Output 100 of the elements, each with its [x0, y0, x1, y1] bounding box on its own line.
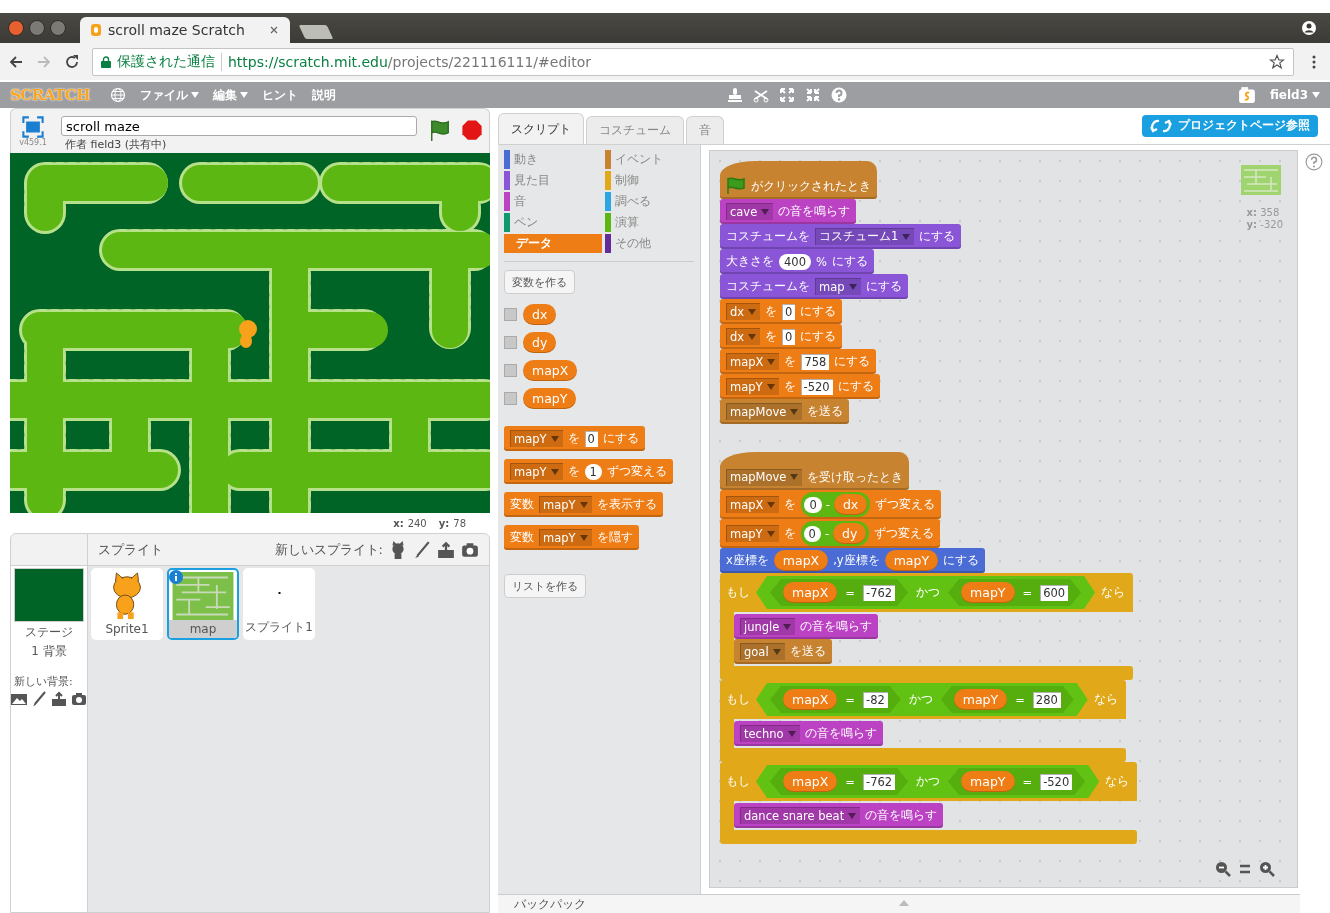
- stamp-icon[interactable]: [726, 87, 743, 103]
- boolean-block[interactable]: mapX = -82 かつ mapY = 280: [756, 683, 1088, 716]
- category-item[interactable]: 動き: [504, 150, 602, 169]
- code-block[interactable]: dance snare beat の音を鳴らす: [734, 803, 944, 828]
- account-icon[interactable]: [1301, 20, 1317, 36]
- maximize-button[interactable]: [50, 20, 66, 36]
- number-input[interactable]: -520: [800, 378, 833, 395]
- code-block[interactable]: mapMove を送る: [720, 399, 850, 424]
- upload-icon[interactable]: [437, 540, 455, 559]
- if-block[interactable]: もし mapX = -82 かつ mapY = 280 なら: [720, 680, 1126, 719]
- boolean-block[interactable]: mapX = -82: [770, 686, 901, 713]
- number-input[interactable]: -762: [863, 773, 896, 790]
- number-input[interactable]: 0: [803, 525, 821, 542]
- checkbox[interactable]: [504, 363, 517, 377]
- dropdown-field[interactable]: mapX: [726, 353, 780, 370]
- upload-icon[interactable]: [51, 691, 67, 707]
- code-block[interactable]: cave の音を鳴らす: [720, 199, 857, 224]
- category-item[interactable]: 制御: [605, 171, 703, 190]
- folder-icon[interactable]: [1237, 86, 1256, 104]
- dropdown-field[interactable]: dx: [726, 303, 761, 320]
- minimize-button[interactable]: [29, 20, 45, 36]
- boolean-block[interactable]: mapY = -520: [948, 768, 1086, 795]
- dropdown-field[interactable]: map: [815, 278, 861, 295]
- fullscreen-icon[interactable]: [20, 116, 46, 138]
- dropdown-field[interactable]: jungle: [740, 618, 796, 635]
- image-icon[interactable]: [11, 691, 27, 707]
- code-block[interactable]: mapX を 758 にする: [720, 349, 877, 374]
- number-input[interactable]: 280: [1032, 691, 1061, 708]
- boolean-block[interactable]: mapX = -762 かつ mapY = 600: [756, 576, 1096, 609]
- code-block[interactable]: dx を 0 にする: [720, 299, 843, 324]
- dropdown-field[interactable]: dx: [726, 328, 761, 345]
- number-input[interactable]: 600: [1040, 584, 1069, 601]
- zoom-out-icon[interactable]: [1215, 861, 1231, 877]
- code-block[interactable]: 大きさを 400 % にする: [720, 249, 874, 274]
- zoom-in-icon[interactable]: [1259, 861, 1275, 877]
- category-item[interactable]: 見た目: [504, 171, 602, 190]
- dropdown-field[interactable]: mapY: [510, 463, 563, 480]
- if-block[interactable]: もし mapX = -762 かつ mapY = 600 なら: [720, 573, 1134, 612]
- dropdown-field[interactable]: goal: [740, 643, 785, 660]
- boolean-block[interactable]: mapY = 600: [948, 579, 1082, 606]
- number-input[interactable]: 0: [804, 496, 822, 513]
- dropdown-field[interactable]: mapY: [510, 430, 563, 447]
- help-icon[interactable]: [830, 87, 847, 103]
- number-input[interactable]: 1: [584, 463, 602, 480]
- scissors-icon[interactable]: [752, 87, 769, 103]
- code-block[interactable]: goal を送る: [734, 639, 832, 664]
- operator-reporter[interactable]: 0 - dx: [801, 492, 871, 517]
- boolean-block[interactable]: mapX = -762 かつ mapY = -520: [756, 765, 1100, 798]
- category-item[interactable]: 調べる: [605, 192, 703, 211]
- number-input[interactable]: 0: [584, 430, 598, 447]
- address-bar[interactable]: 保護された通信 https://scratch.mit.edu/projects/221116111/#editor: [92, 47, 1294, 76]
- character-icon[interactable]: [389, 540, 407, 559]
- shrink-icon[interactable]: [804, 87, 821, 103]
- make-variable-button[interactable]: 変数を作る: [504, 270, 575, 294]
- dropdown-field[interactable]: mapY: [539, 496, 592, 513]
- number-input[interactable]: 758: [801, 353, 830, 370]
- code-block[interactable]: mapY を 1 ずつ変える: [504, 459, 673, 484]
- make-list-button[interactable]: リストを作る: [504, 574, 586, 598]
- reload-icon[interactable]: [64, 53, 80, 70]
- number-input[interactable]: -520: [1040, 773, 1073, 790]
- operator-reporter[interactable]: 0 - dy: [800, 521, 870, 546]
- dropdown-field[interactable]: コスチューム1: [815, 228, 915, 245]
- hat-block[interactable]: がクリックされたとき: [720, 161, 877, 199]
- close-icon[interactable]: [268, 24, 280, 36]
- star-icon[interactable]: [1269, 53, 1285, 70]
- new-tab-button[interactable]: [298, 25, 334, 39]
- dropdown-field[interactable]: mapMove: [726, 468, 803, 486]
- dropdown-field[interactable]: cave: [726, 203, 774, 220]
- flag-icon[interactable]: [429, 119, 451, 141]
- backpack-bar[interactable]: バックパック: [498, 894, 1300, 913]
- globe-icon[interactable]: [109, 87, 126, 103]
- code-block[interactable]: 変数 mapY を隠す: [504, 525, 639, 550]
- dropdown-field[interactable]: mapY: [539, 529, 592, 546]
- category-item[interactable]: イベント: [605, 150, 703, 169]
- back-arrow-icon[interactable]: [8, 53, 24, 70]
- code-block[interactable]: dx を 0 にする: [720, 324, 843, 349]
- editor-tab[interactable]: スクリプト: [498, 113, 584, 144]
- dropdown-field[interactable]: mapX: [726, 496, 780, 513]
- number-input[interactable]: 400: [779, 253, 811, 270]
- code-block[interactable]: コスチュームを map にする: [720, 274, 908, 299]
- number-input[interactable]: -762: [863, 584, 896, 601]
- paintbrush-icon[interactable]: [413, 540, 431, 559]
- project-page-button[interactable]: プロジェクトページ参照: [1142, 114, 1318, 137]
- stop-icon[interactable]: [461, 119, 483, 141]
- paintbrush-icon[interactable]: [31, 691, 47, 707]
- sprite-tile[interactable]: map: [167, 568, 239, 640]
- help-icon[interactable]: [1305, 153, 1323, 171]
- close-window-button[interactable]: [8, 20, 24, 36]
- code-block[interactable]: jungle の音を鳴らす: [734, 614, 879, 639]
- project-title-field[interactable]: scroll maze: [61, 116, 417, 136]
- dropdown-field[interactable]: mapMove: [726, 403, 803, 420]
- info-icon[interactable]: [169, 570, 183, 584]
- dropdown-field[interactable]: mapY: [726, 525, 779, 542]
- editor-tab[interactable]: コスチューム: [586, 116, 684, 144]
- boolean-block[interactable]: mapX = -762: [770, 579, 909, 606]
- category-item[interactable]: その他: [605, 234, 703, 253]
- if-block[interactable]: もし mapX = -762 かつ mapY = -520 なら: [720, 762, 1138, 801]
- editor-tab[interactable]: 音: [686, 116, 724, 144]
- code-block[interactable]: mapY を 0 にする: [504, 426, 645, 451]
- boolean-block[interactable]: mapY = 280: [940, 686, 1074, 713]
